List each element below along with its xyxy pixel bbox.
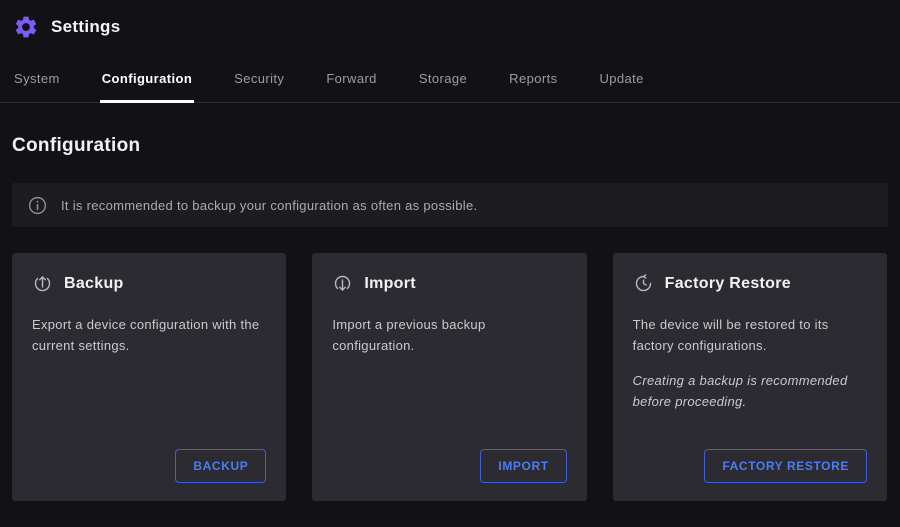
tab-security[interactable]: Security (232, 63, 286, 103)
backup-button[interactable]: BACKUP (175, 449, 266, 483)
factory-restore-card: Factory Restore The device will be resto… (613, 253, 887, 501)
backup-icon (32, 273, 53, 294)
tab-system[interactable]: System (12, 63, 62, 103)
tab-reports[interactable]: Reports (507, 63, 559, 103)
settings-gear-icon (12, 13, 39, 40)
tab-update[interactable]: Update (597, 63, 645, 103)
import-icon (332, 273, 353, 294)
tab-storage[interactable]: Storage (417, 63, 469, 103)
factory-restore-icon (633, 273, 654, 294)
factory-restore-button[interactable]: FACTORY RESTORE (704, 449, 867, 483)
backup-card: Backup Export a device configuration wit… (12, 253, 286, 501)
configuration-cards: Backup Export a device configuration wit… (12, 253, 887, 501)
factory-restore-card-description: The device will be restored to its facto… (633, 314, 867, 357)
backup-card-description: Export a device configuration with the c… (32, 314, 266, 357)
tab-forward[interactable]: Forward (324, 63, 378, 103)
import-card: Import Import a previous backup configur… (312, 253, 586, 501)
app-title: Settings (51, 17, 120, 37)
info-icon (27, 195, 48, 216)
tab-configuration[interactable]: Configuration (100, 63, 194, 103)
page-title: Configuration (12, 135, 888, 157)
info-banner: It is recommended to backup your configu… (12, 183, 888, 227)
app-header: Settings (0, 0, 900, 51)
info-banner-text: It is recommended to backup your configu… (61, 198, 477, 213)
factory-restore-card-title: Factory Restore (665, 275, 791, 293)
factory-restore-card-note: Creating a backup is recommended before … (633, 370, 867, 413)
import-card-title: Import (364, 275, 416, 293)
settings-tab-bar: System Configuration Security Forward St… (0, 51, 900, 103)
import-card-description: Import a previous backup configuration. (332, 314, 566, 357)
import-button[interactable]: IMPORT (480, 449, 566, 483)
backup-card-title: Backup (64, 275, 124, 293)
